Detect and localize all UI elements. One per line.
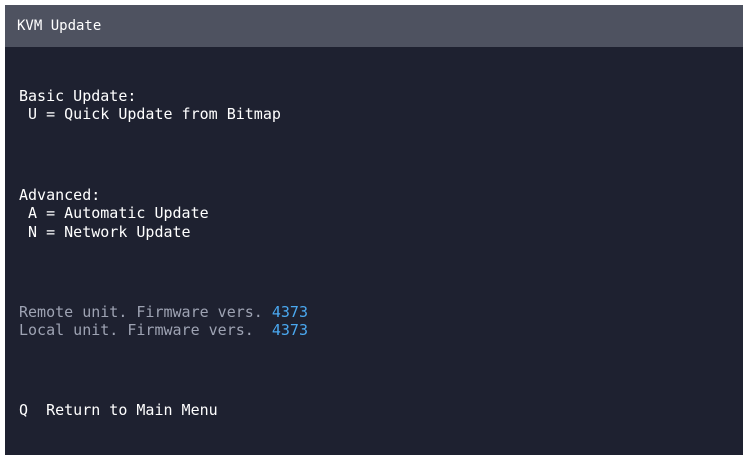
local-firmware-version: 4373	[271, 321, 308, 339]
advanced-heading: Advanced:	[19, 186, 101, 204]
quick-update-option[interactable]: U = Quick Update from Bitmap	[19, 106, 281, 123]
return-main-menu-option[interactable]: Q Return to Main Menu	[19, 402, 218, 419]
remote-firmware-row: Remote unit. Firmware vers. 4373	[19, 304, 308, 321]
return-label: Return to Main Menu	[28, 401, 218, 419]
title-bar: KVM Update	[5, 5, 743, 47]
return-key: Q	[19, 401, 29, 419]
automatic-update-option[interactable]: A = Automatic Update	[19, 205, 209, 222]
network-update-option[interactable]: N = Network Update	[19, 224, 191, 241]
kvm-update-screen: KVM Update Basic Update: U = Quick Updat…	[5, 5, 743, 455]
local-firmware-label: Local unit. Firmware vers.	[19, 321, 272, 339]
basic-update-heading: Basic Update:	[19, 87, 137, 105]
remote-firmware-version: 4373	[271, 303, 308, 321]
local-firmware-row: Local unit. Firmware vers. 4373	[19, 322, 308, 339]
remote-firmware-label: Remote unit. Firmware vers.	[19, 303, 272, 321]
window-title: KVM Update	[17, 18, 102, 34]
